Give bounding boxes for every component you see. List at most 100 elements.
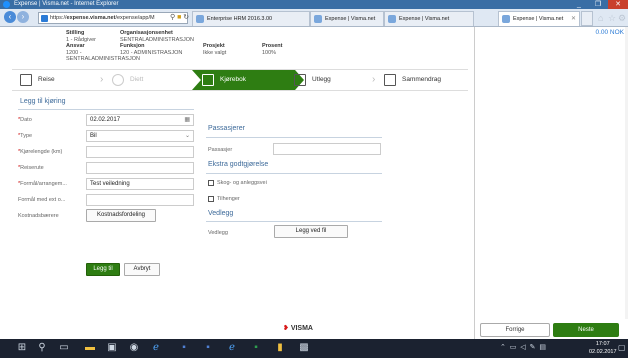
step-label: Utlegg	[312, 76, 331, 83]
taskbar-clock[interactable]: 17:07 02.02.2017	[589, 340, 617, 356]
tab-label: Enterprise HRM 2016.3.00	[207, 16, 273, 22]
windows-start-icon[interactable]: ⊞	[16, 342, 28, 354]
attachment-title: Vedlegg	[208, 210, 234, 217]
summary-panel: 0.00 NOK	[474, 27, 628, 339]
address-bar[interactable]: https://expense.visma.net/expense/app/M	[38, 12, 188, 24]
task-view-icon[interactable]: ▭	[58, 342, 70, 354]
tab-favicon-icon	[502, 15, 510, 23]
keyboard-icon[interactable]: ▤	[539, 344, 546, 351]
formal-ekst-label: Formål med ext o...	[18, 197, 66, 203]
stilling-value: 1 - Rådgiver	[66, 36, 96, 43]
chevron-up-icon[interactable]: ⌃	[500, 344, 506, 351]
orgenhet-value: SENTRALADMINISTRASJON	[120, 36, 194, 43]
excel-icon[interactable]: ▪	[250, 342, 262, 354]
formal-input[interactable]: Test veiledning	[86, 178, 194, 190]
app-icon[interactable]: ▩	[298, 342, 310, 354]
maximize-button[interactable]: ❐	[589, 0, 607, 9]
step-separator-icon: ›	[372, 74, 376, 85]
section-divider	[206, 137, 382, 138]
reiserute-input[interactable]	[86, 162, 194, 174]
browser-tab[interactable]: Expense | Visma.net	[384, 11, 474, 26]
gear-icon[interactable]: ⚙	[618, 13, 626, 24]
lock-icon[interactable]: ■	[177, 14, 181, 21]
home-icon[interactable]: ⌂	[598, 13, 603, 23]
store-icon[interactable]: ▣	[106, 342, 118, 354]
passenger-label: Passasjer	[208, 147, 233, 153]
summary-doc-icon	[384, 74, 396, 86]
browser-toolbar: ‹ › https://expense.visma.net/expense/ap…	[0, 9, 628, 27]
type-select[interactable]: Bil ⌄	[86, 130, 194, 142]
window-titlebar: Expense | Visma.net - Internet Explorer …	[0, 0, 628, 9]
stilling-block: Stilling 1 - Rådgiver	[66, 30, 126, 43]
volume-icon[interactable]: ◁	[520, 344, 525, 351]
chrome-icon[interactable]: ◉	[128, 342, 140, 354]
kostnadsfordeling-button[interactable]: Kostnadsfordeling	[86, 209, 156, 222]
kjorelengde-input[interactable]	[86, 146, 194, 158]
system-tray: ⌃ ▭ ◁ ✎ ▤	[500, 343, 546, 351]
tab-label: Expense | Visma.net	[513, 16, 564, 22]
edge-icon[interactable]: ℯ	[150, 342, 162, 354]
notifications-icon[interactable]: ▢	[618, 343, 626, 352]
tab-favicon-icon	[196, 15, 204, 23]
folder-icon[interactable]: ▮	[274, 342, 286, 354]
step-reise[interactable]: Reise	[20, 70, 90, 90]
new-tab-button[interactable]	[581, 11, 593, 26]
section-divider	[206, 221, 382, 222]
window-title: Expense | Visma.net - Internet Explorer	[14, 1, 119, 7]
car-icon	[202, 74, 214, 86]
url-path: /expense/app/M	[115, 15, 155, 21]
browser-tab[interactable]: Enterprise HRM 2016.3.00	[192, 11, 310, 26]
step-diett[interactable]: Diett	[112, 70, 182, 90]
dato-label: *Dato	[18, 117, 32, 123]
previous-button[interactable]: Forrige	[480, 323, 550, 337]
passenger-input[interactable]	[273, 143, 381, 155]
passengers-title: Passasjerer	[208, 125, 245, 132]
forward-arrow-icon[interactable]: ›	[17, 11, 29, 23]
add-button[interactable]: Legg til	[86, 263, 120, 276]
close-window-button[interactable]: ✕	[608, 0, 628, 9]
formal-label: *Formål/arrangem...	[18, 181, 67, 187]
section-divider	[18, 109, 194, 110]
calendar-icon[interactable]: ▦	[184, 115, 190, 125]
next-button[interactable]: Neste	[553, 323, 619, 337]
formal-ekst-input[interactable]	[86, 194, 194, 206]
tab-label: Expense | Visma.net	[399, 16, 450, 22]
browser-tab[interactable]: Expense | Visma.net	[310, 11, 384, 26]
kjorelengde-label: *Kjørelengde (km)	[18, 149, 63, 155]
tilhenger-checkbox[interactable]	[208, 196, 214, 202]
tab-close-icon[interactable]: ✕	[571, 12, 576, 26]
search-icon[interactable]: ⚲	[36, 342, 48, 354]
minimize-button[interactable]: _	[570, 0, 588, 9]
funksjon-value: 120 - ADMINISTRASJON	[120, 49, 183, 56]
step-utlegg[interactable]: Utlegg	[294, 70, 364, 90]
prosent-value: 100%	[262, 49, 277, 56]
search-icon[interactable]: ⚲	[170, 14, 175, 21]
step-separator-icon: ›	[100, 74, 104, 85]
dato-input[interactable]: 02.02.2017 ▦	[86, 114, 194, 126]
total-amount: 0.00 NOK	[595, 29, 624, 36]
browser-tab-active[interactable]: Expense | Visma.net ✕	[498, 11, 580, 26]
back-arrow-icon[interactable]: ‹	[4, 11, 16, 23]
step-label: Sammendrag	[402, 76, 442, 83]
extras-title: Ekstra godtgjørelse	[208, 161, 269, 168]
step-kjorebok[interactable]: Kjørebok	[202, 70, 292, 90]
favorites-star-icon[interactable]: ☆	[608, 13, 616, 24]
internet-explorer-icon[interactable]: ℯ	[226, 342, 238, 354]
meal-icon	[112, 74, 124, 86]
type-label: *Type	[18, 133, 33, 139]
skogvei-checkbox[interactable]	[208, 180, 214, 186]
clock-date: 02.02.2017	[589, 349, 617, 355]
step-sammendrag[interactable]: Sammendrag	[384, 70, 466, 90]
outlook-icon[interactable]: ▪	[178, 342, 190, 354]
network-icon[interactable]: ▭	[510, 344, 517, 351]
form-section-title: Legg til kjøring	[20, 98, 66, 105]
cancel-button[interactable]: Avbryt	[124, 263, 160, 276]
file-explorer-icon[interactable]: ▬	[84, 342, 96, 354]
refresh-icon[interactable]: ↻	[183, 14, 189, 21]
wizard-steps: Reise › Diett Kjørebok Utlegg › Sammendr…	[12, 69, 468, 91]
visma-logo: ❥ VISMA	[283, 325, 313, 332]
pen-icon[interactable]: ✎	[530, 344, 536, 351]
skogvei-label: Skog- og anleggsvei	[217, 180, 267, 186]
word-icon[interactable]: ▪	[202, 342, 214, 354]
attach-file-button[interactable]: Legg ved fil	[274, 225, 348, 238]
